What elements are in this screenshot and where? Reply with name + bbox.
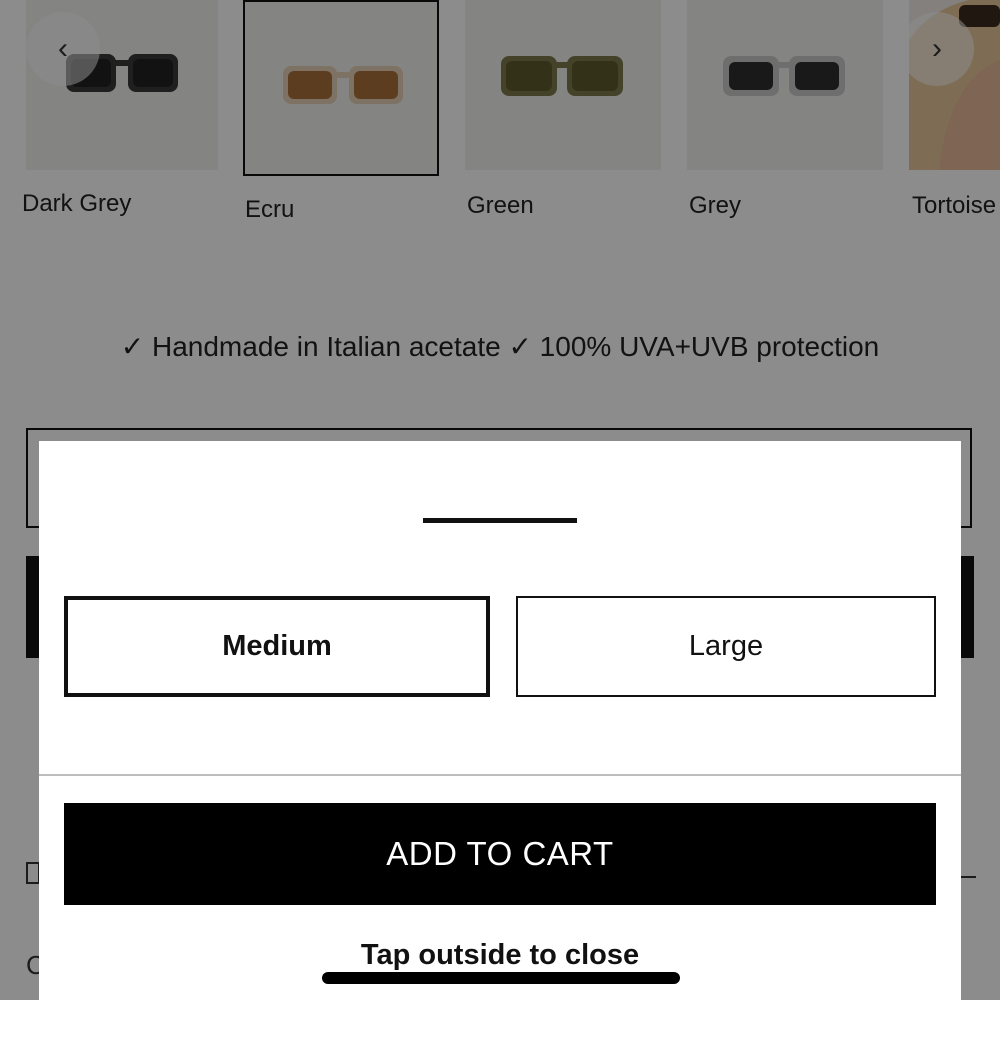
sheet-grabber[interactable]	[423, 518, 577, 523]
size-option-large[interactable]: Large	[516, 596, 936, 697]
sheet-divider	[39, 774, 961, 776]
home-indicator[interactable]	[322, 972, 680, 984]
size-bottom-sheet: Medium Large ADD TO CART Tap outside to …	[39, 441, 961, 1041]
size-option-medium[interactable]: Medium	[64, 596, 490, 697]
add-to-cart-button[interactable]: ADD TO CART	[64, 803, 936, 905]
close-hint: Tap outside to close	[360, 939, 640, 971]
